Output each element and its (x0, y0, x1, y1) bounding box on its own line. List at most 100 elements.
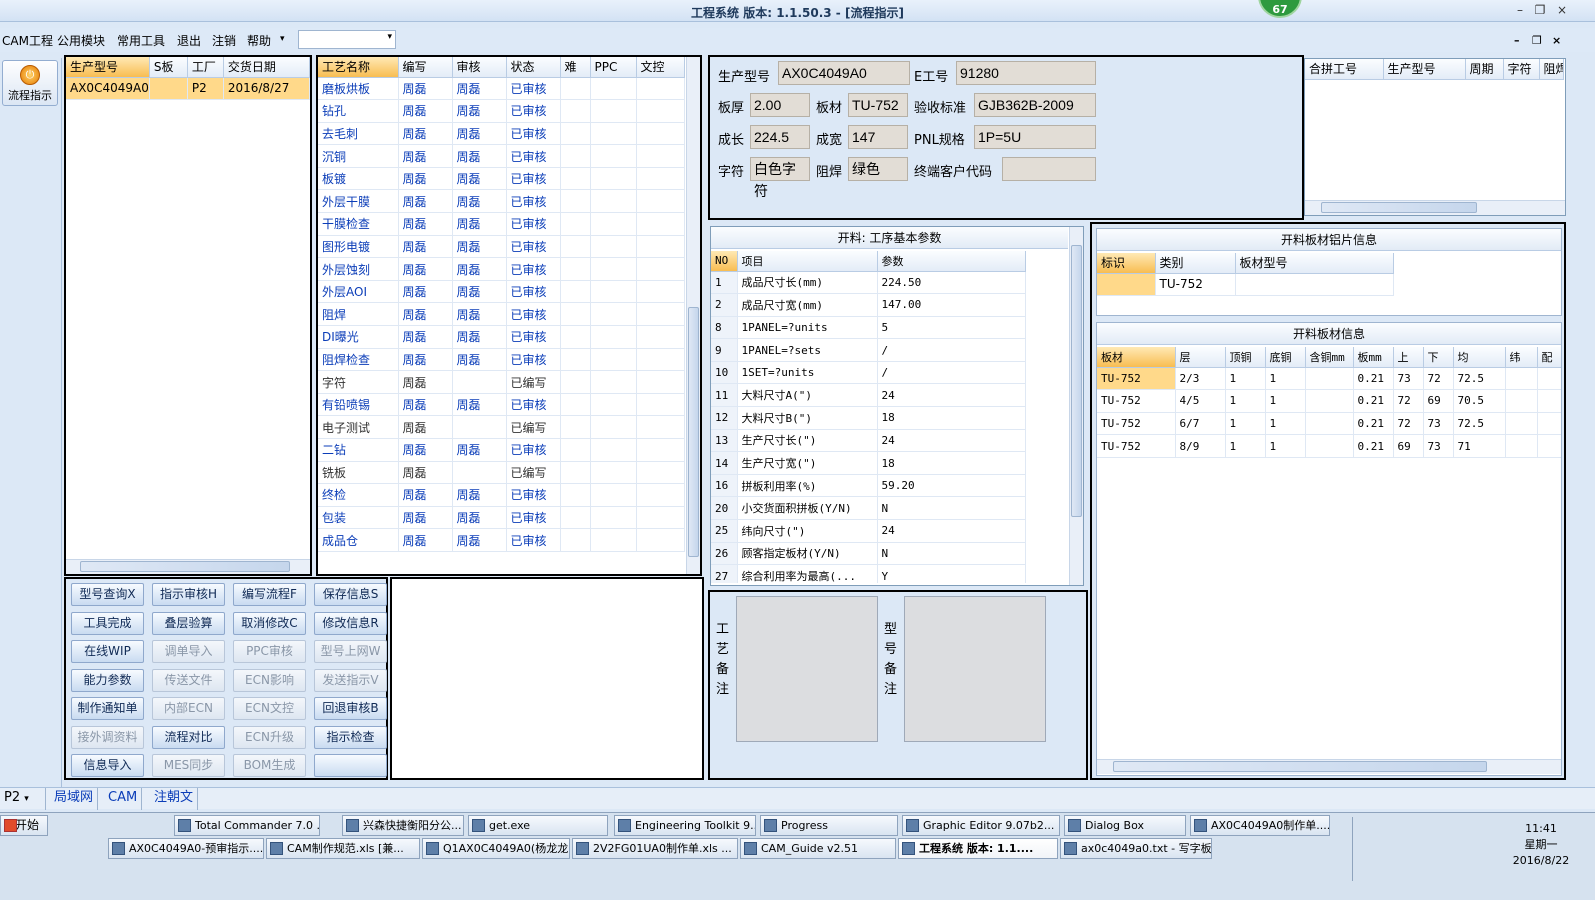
field-model[interactable]: AX0C4049A0 (778, 61, 910, 85)
cell-ppc[interactable] (590, 212, 637, 236)
cell-model[interactable]: AX0C4049A0 (66, 77, 150, 101)
cell-board-5[interactable]: 0.21 (1353, 434, 1394, 458)
cell-board-4[interactable] (1305, 412, 1354, 436)
cell-status[interactable]: 已编写 (506, 415, 561, 439)
cell-process-name[interactable]: 板镀 (318, 167, 399, 191)
action-button-6-3[interactable] (314, 754, 387, 777)
table-row[interactable]: 27 综合利用率为最高(... Y (711, 564, 1026, 583)
table-row[interactable]: 铣板 周磊 已编写 (318, 461, 685, 485)
cell-board-4[interactable] (1305, 434, 1354, 458)
taskbar-item[interactable]: Q1AX0C4049A0(杨龙龙... (422, 838, 570, 859)
cell-no[interactable]: 12 (711, 406, 738, 430)
taskbar-item[interactable]: Progress (760, 815, 898, 836)
taskbar-item[interactable]: Engineering Toolkit 9.... (614, 815, 756, 836)
cell-ppc[interactable] (590, 122, 637, 146)
action-button-2-2[interactable]: PPC审核 (233, 640, 306, 663)
menu-help-arrow-icon[interactable]: ▾ (280, 34, 285, 44)
cell-status[interactable]: 已审核 (506, 438, 561, 462)
cell-ppc[interactable] (590, 528, 637, 552)
cell-ppc[interactable] (590, 438, 637, 462)
cell-status[interactable]: 已审核 (506, 189, 561, 214)
col-board-0[interactable]: 板材 (1097, 347, 1176, 368)
cell-delivery[interactable]: 2016/8/27 (223, 77, 311, 101)
cell-doc-control[interactable] (636, 122, 685, 146)
cell-process-name[interactable]: 钻孔 (318, 99, 399, 123)
cell-author[interactable]: 周磊 (398, 461, 453, 485)
action-button-6-0[interactable]: 信息导入 (71, 754, 144, 777)
cell-board-type[interactable] (1235, 273, 1394, 297)
col-board-6[interactable]: 上 (1393, 347, 1424, 368)
cell-no[interactable]: 11 (711, 383, 738, 408)
cell-item[interactable]: 大料尺寸A(") (737, 383, 878, 408)
cell-param[interactable]: 18 (877, 451, 1026, 475)
cell-board-0[interactable]: TU-752 (1097, 389, 1176, 413)
cell-reviewer[interactable]: 周磊 (452, 257, 507, 281)
table-row[interactable]: TU-752 2/3 1 1 0.21 73 72 72.5 (1097, 367, 1561, 391)
col-s-board[interactable]: S板 (149, 57, 188, 78)
col-item[interactable]: 项目 (737, 251, 878, 272)
cell-status[interactable]: 已审核 (506, 167, 561, 191)
scroll-thumb[interactable] (1071, 245, 1082, 517)
action-button-5-1[interactable]: 流程对比 (152, 725, 225, 749)
cell-doc-control[interactable] (636, 506, 685, 530)
cell-board-8[interactable]: 71 (1453, 434, 1506, 458)
cell-no[interactable]: 16 (711, 474, 738, 498)
col-model[interactable]: 生产型号 (66, 57, 150, 78)
cell-ppc[interactable] (590, 348, 637, 372)
table-row[interactable]: 图形电镀 周磊 周磊 已审核 (318, 235, 685, 259)
cell-board-7[interactable]: 69 (1423, 389, 1454, 413)
cell-doc-control[interactable] (636, 280, 685, 304)
taskbar-item[interactable]: CAM制作规范.xls [兼... (266, 838, 420, 859)
cell-mark[interactable] (1097, 273, 1156, 297)
action-button-4-0[interactable]: 制作通知单 (71, 697, 144, 720)
cell-no[interactable]: 26 (711, 542, 738, 566)
cell-item[interactable]: 1PANEL=?sets (737, 338, 878, 362)
cell-process-name[interactable]: 磨板烘板 (318, 77, 399, 101)
cell-doc-control[interactable] (636, 528, 685, 552)
cell-board-10[interactable] (1537, 367, 1561, 391)
cell-reviewer[interactable]: 周磊 (452, 144, 507, 168)
col-ppc[interactable]: PPC (590, 57, 637, 78)
cell-doc-control[interactable] (636, 348, 685, 372)
cell-board-9[interactable] (1505, 367, 1538, 391)
cell-factory[interactable]: P2 (187, 77, 224, 101)
cell-param[interactable]: N (877, 542, 1026, 566)
close-button[interactable]: × (1552, 2, 1572, 18)
action-button-5-0[interactable]: 接外调资料 (71, 725, 144, 749)
cell-reviewer[interactable]: 周磊 (452, 280, 507, 304)
cell-no[interactable]: 27 (711, 564, 738, 583)
col-board-7[interactable]: 下 (1423, 347, 1454, 368)
cell-ppc[interactable] (590, 461, 637, 485)
table-row[interactable]: 钻孔 周磊 周磊 已审核 (318, 99, 685, 123)
table-row[interactable]: 2 成品尺寸宽(mm) 147.00 (711, 293, 1026, 317)
cell-process-name[interactable]: DI曝光 (318, 325, 399, 349)
cell-board-5[interactable]: 0.21 (1353, 367, 1394, 391)
cell-author[interactable]: 周磊 (398, 415, 453, 439)
cell-process-name[interactable]: 外层AOI (318, 280, 399, 304)
cell-author[interactable]: 周磊 (398, 257, 453, 281)
col-factory[interactable]: 工厂 (187, 57, 224, 78)
cell-author[interactable]: 周磊 (398, 212, 453, 236)
col-merge-mask[interactable]: 阻焊 (1539, 59, 1564, 80)
tab-cam[interactable]: CAM (104, 788, 143, 810)
cell-difficulty[interactable] (560, 257, 591, 281)
cell-board-3[interactable]: 1 (1265, 389, 1306, 413)
mdi-close-button[interactable]: × (1552, 34, 1561, 47)
chevron-down-icon[interactable]: ▾ (387, 32, 392, 42)
cell-reviewer[interactable]: 周磊 (452, 393, 507, 417)
cell-item[interactable]: 成品尺寸宽(mm) (737, 293, 878, 317)
cell-board-0[interactable]: TU-752 (1097, 412, 1176, 436)
cell-doc-control[interactable] (636, 325, 685, 349)
chevron-down-icon[interactable]: ▾ (24, 794, 29, 804)
cell-doc-control[interactable] (636, 483, 685, 507)
cell-board-9[interactable] (1505, 434, 1538, 458)
cell-item[interactable]: 综合利用率为最高(... (737, 564, 878, 583)
col-delivery[interactable]: 交货日期 (223, 57, 311, 78)
cell-board-1[interactable]: 8/9 (1175, 434, 1226, 458)
action-button-0-0[interactable]: 型号查询X (71, 583, 144, 606)
field-pnl[interactable]: 1P=5U (974, 125, 1096, 149)
col-category[interactable]: 类别 (1155, 253, 1236, 274)
cell-reviewer[interactable]: 周磊 (452, 325, 507, 349)
cell-difficulty[interactable] (560, 393, 591, 417)
table-row[interactable]: 26 顾客指定板材(Y/N) N (711, 542, 1026, 566)
